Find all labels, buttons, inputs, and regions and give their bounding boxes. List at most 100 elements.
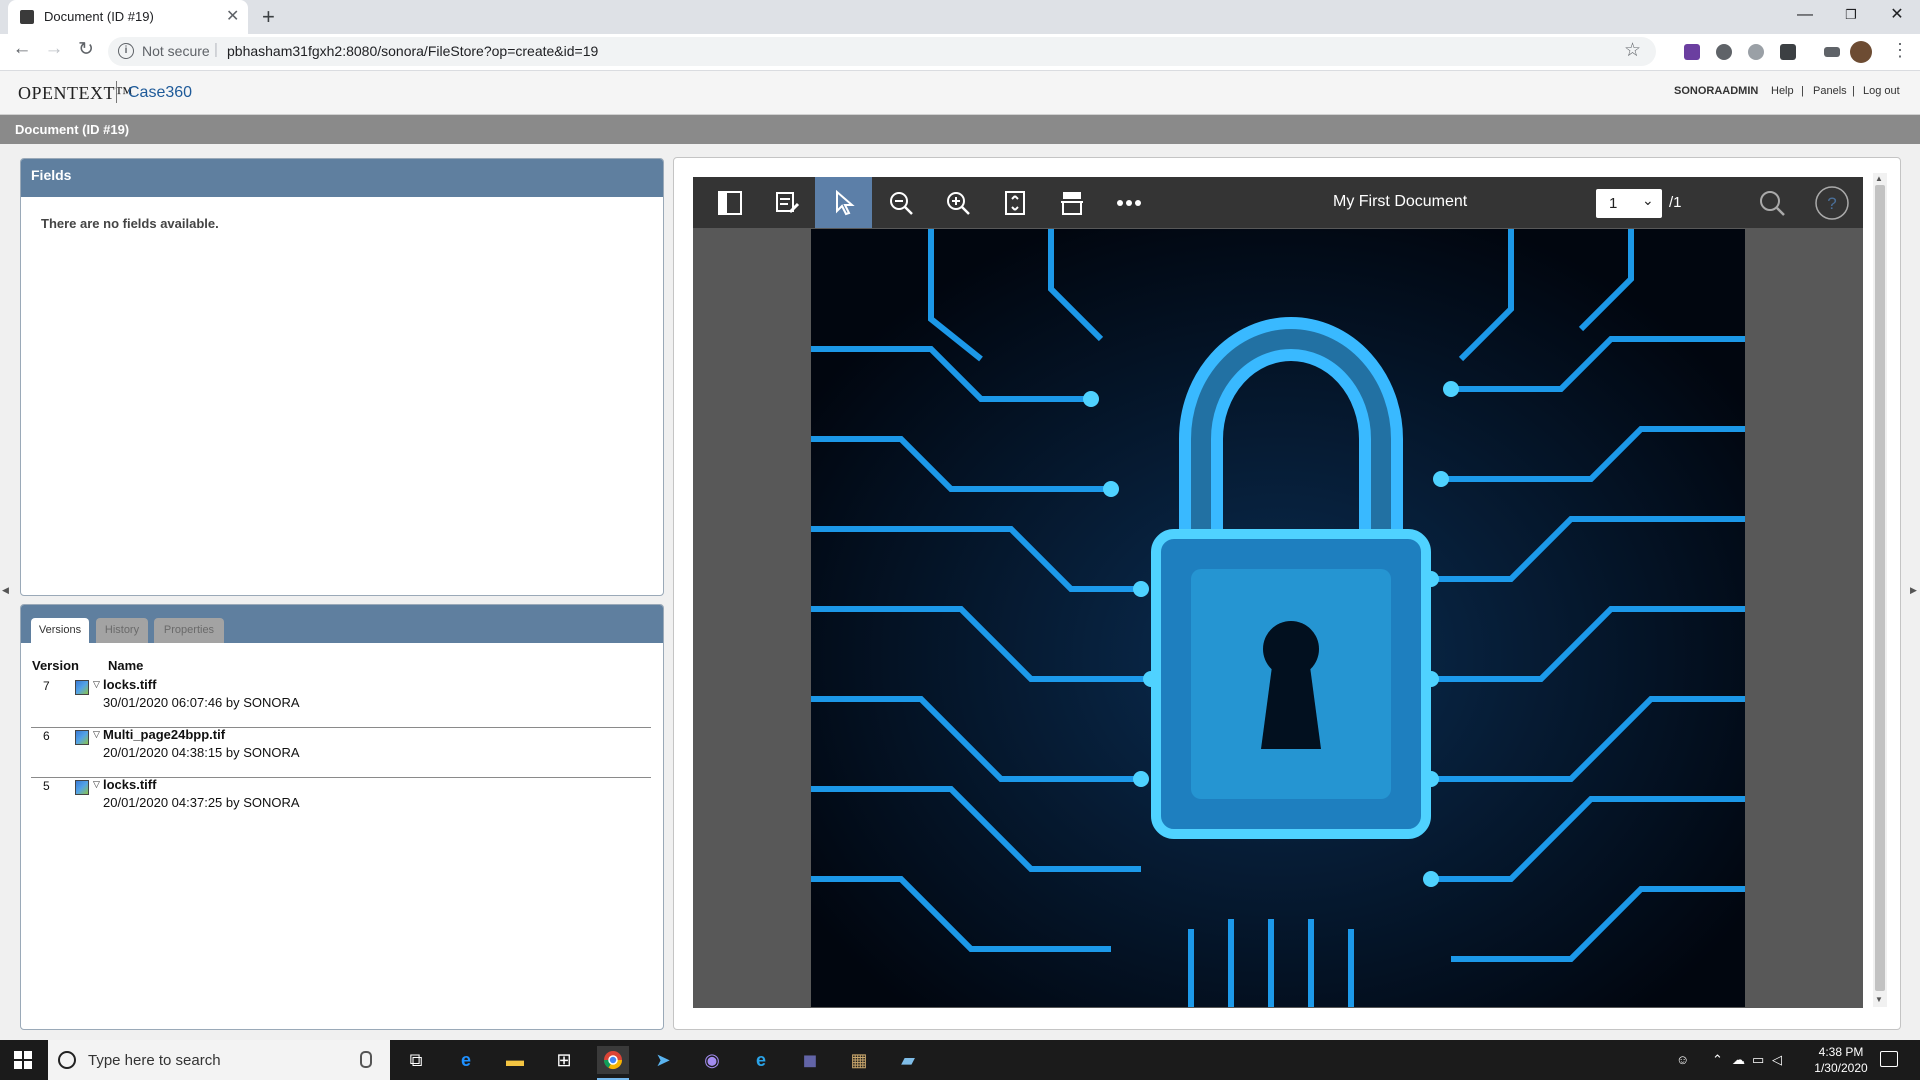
link-separator: | (1801, 85, 1804, 97)
task-view-icon[interactable]: ⧉ (400, 1046, 432, 1074)
versions-panel: Versions History Properties Version Name… (20, 604, 664, 1030)
version-meta: 30/01/2020 06:07:46 by SONORA (103, 695, 300, 710)
notepad-icon[interactable]: ▰ (892, 1046, 924, 1074)
version-number: 6 (43, 729, 50, 743)
zoom-in-icon[interactable] (929, 177, 986, 228)
profile-avatar[interactable] (1850, 41, 1872, 63)
version-row[interactable]: 7 ▽ locks.tiff 30/01/2020 06:07:46 by SO… (31, 677, 651, 728)
empty-fields-message: There are no fields available. (41, 216, 219, 231)
chevron-down-icon: ⌄ (1642, 192, 1654, 208)
current-user: SONORAADMIN (1674, 85, 1759, 97)
new-tab-icon[interactable]: + (262, 4, 275, 30)
collapse-left-icon[interactable]: ◀ (2, 585, 9, 596)
help-link[interactable]: Help (1771, 85, 1794, 97)
url-text[interactable]: pbhasham31fgxh2:8080/sonora/FileStore?op… (227, 43, 598, 59)
windows-taskbar: Type here to search ⧉ e ▬ ⊞ ➤ ◉ e ◼ ▦ ▰ … (0, 1040, 1920, 1080)
security-label[interactable]: Not secure (142, 43, 210, 59)
version-row[interactable]: 6 ▽ Multi_page24bpp.tif 20/01/2020 04:38… (31, 727, 651, 778)
microphone-icon[interactable] (360, 1051, 372, 1068)
media-control-icon[interactable] (1824, 47, 1840, 57)
sidebar-toggle-icon[interactable] (701, 177, 758, 228)
tab-title: Document (ID #19) (44, 9, 154, 24)
onedrive-icon[interactable]: ☁ (1732, 1052, 1745, 1068)
document-title: My First Document (1333, 193, 1468, 210)
reload-icon[interactable]: ↻ (74, 38, 98, 61)
file-explorer-icon[interactable]: ▬ (499, 1046, 531, 1074)
search-icon[interactable] (1743, 177, 1800, 228)
versions-tab-strip: Versions History Properties (21, 605, 663, 643)
app-header: OpenText™ Case360 SONORAADMIN Help | Pan… (0, 71, 1920, 115)
tab-history[interactable]: History (96, 618, 148, 643)
fields-header: Fields (21, 159, 663, 197)
network-icon[interactable]: ▭ (1752, 1052, 1764, 1068)
browser-tab[interactable]: Document (ID #19) ✕ (8, 0, 248, 34)
help-icon[interactable]: ? (1803, 177, 1860, 228)
app-icon[interactable]: ➤ (647, 1046, 679, 1074)
product-name[interactable]: Case360 (128, 84, 192, 102)
panels-link[interactable]: Panels (1813, 85, 1847, 97)
browser-menu-icon[interactable]: ⋮ (1891, 40, 1909, 61)
tab-properties[interactable]: Properties (154, 618, 224, 643)
image-file-icon (75, 680, 89, 695)
fit-page-icon[interactable] (986, 177, 1043, 228)
select-pointer-icon[interactable] (815, 177, 872, 228)
volume-icon[interactable]: ◁ (1772, 1052, 1782, 1068)
document-canvas[interactable] (693, 228, 1863, 1008)
restore-icon[interactable]: ❐ (1828, 0, 1874, 30)
zoom-out-icon[interactable] (872, 177, 929, 228)
expand-triangle-icon[interactable]: ▽ (93, 729, 100, 740)
extension-icon[interactable] (1748, 44, 1764, 60)
people-icon[interactable]: ☺ (1676, 1052, 1689, 1067)
teams-icon[interactable]: ◼ (794, 1046, 826, 1074)
fields-panel: Fields There are no fields available. (20, 158, 664, 596)
version-row[interactable]: 5 ▽ locks.tiff 20/01/2020 04:37:25 by SO… (31, 777, 651, 827)
scroll-down-icon[interactable]: ▼ (1875, 995, 1883, 1004)
info-icon[interactable]: i (118, 43, 134, 59)
eclipse-icon[interactable]: ◉ (696, 1046, 728, 1074)
back-icon[interactable]: ← (10, 38, 34, 60)
tab-close-icon[interactable]: ✕ (226, 6, 239, 26)
expand-triangle-icon[interactable]: ▽ (93, 779, 100, 790)
taskbar-search[interactable]: Type here to search (48, 1040, 390, 1080)
edge-browser-icon[interactable]: e (450, 1046, 482, 1074)
logout-link[interactable]: Log out (1863, 85, 1900, 97)
page-layout-icon[interactable] (1043, 177, 1100, 228)
scroll-thumb[interactable] (1875, 185, 1885, 991)
version-file-name[interactable]: locks.tiff (103, 777, 156, 792)
window-close-icon[interactable]: ✕ (1874, 0, 1920, 30)
svg-text:?: ? (1827, 194, 1836, 213)
store-icon[interactable]: ⊞ (548, 1046, 580, 1074)
extension-icon[interactable] (1684, 44, 1700, 60)
more-options-icon[interactable] (1100, 177, 1157, 228)
extension-icon[interactable] (1716, 44, 1732, 60)
scroll-up-icon[interactable]: ▲ (1875, 174, 1883, 183)
windows-start-icon[interactable] (14, 1051, 32, 1074)
browser-toolbar: ← → ↻ i Not secure | pbhasham31fgxh2:808… (0, 34, 1920, 71)
minimize-icon[interactable]: — (1782, 0, 1828, 30)
version-file-name[interactable]: Multi_page24bpp.tif (103, 727, 225, 742)
annotate-icon[interactable] (758, 177, 815, 228)
collapse-right-icon[interactable]: ▶ (1910, 585, 1917, 596)
current-page: 1 (1609, 195, 1618, 212)
system-clock[interactable]: 4:38 PM 1/30/2020 (1804, 1044, 1878, 1076)
tray-chevron-icon[interactable]: ⌃ (1712, 1052, 1723, 1068)
address-bar[interactable]: i Not secure | pbhasham31fgxh2:8080/sono… (108, 37, 1656, 66)
internet-explorer-icon[interactable]: e (745, 1046, 777, 1074)
shield-extension-icon[interactable] (1780, 44, 1796, 60)
column-header-name: Name (108, 658, 144, 673)
forward-icon[interactable]: → (42, 38, 66, 60)
chrome-icon[interactable] (597, 1046, 629, 1074)
expand-triangle-icon[interactable]: ▽ (93, 679, 100, 690)
version-file-name[interactable]: locks.tiff (103, 677, 156, 692)
clock-date: 1/30/2020 (1814, 1061, 1868, 1075)
version-number: 5 (43, 779, 50, 793)
version-number: 7 (43, 679, 50, 693)
viewer-scrollbar[interactable]: ▲ ▼ (1873, 173, 1887, 1007)
bookmark-star-icon[interactable]: ☆ (1624, 39, 1641, 62)
clock-time: 4:38 PM (1818, 1045, 1864, 1059)
image-file-icon (75, 780, 89, 795)
page-number-select[interactable]: 1 ⌄ (1596, 189, 1662, 218)
notification-center-icon[interactable] (1880, 1051, 1898, 1067)
app-icon[interactable]: ▦ (843, 1046, 875, 1074)
tab-versions[interactable]: Versions (31, 618, 89, 643)
